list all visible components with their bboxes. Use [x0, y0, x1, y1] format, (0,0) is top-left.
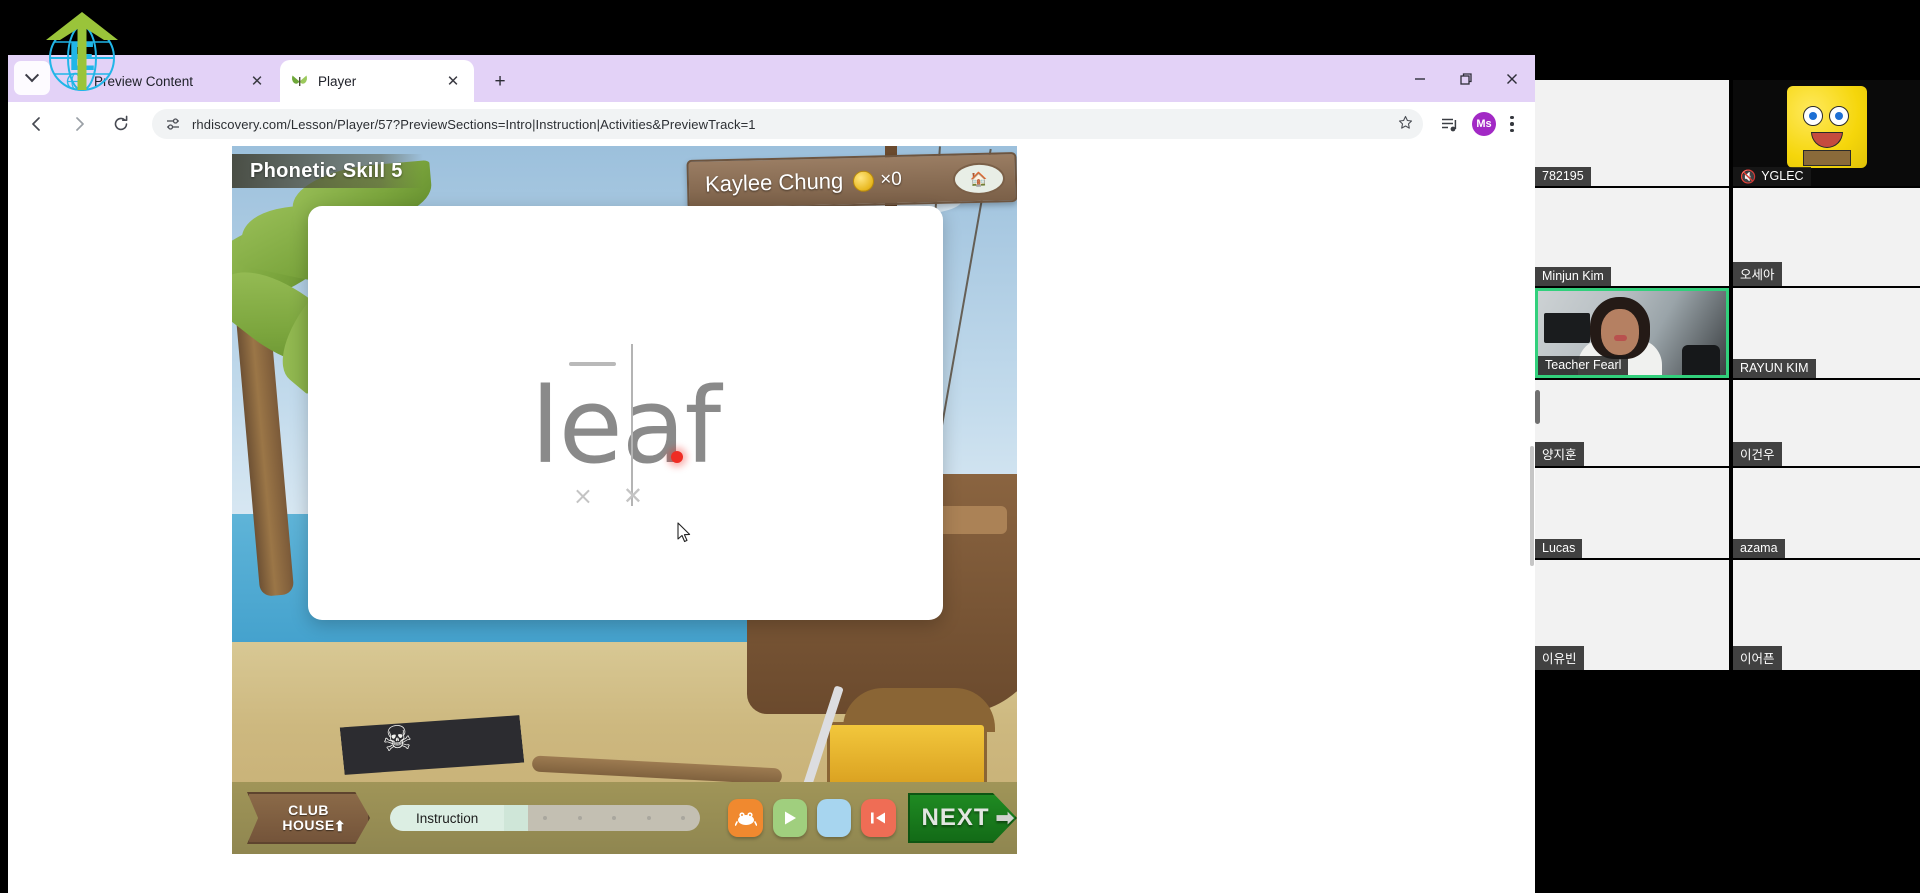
progress-dots [528, 816, 700, 820]
back-button[interactable] [21, 108, 53, 140]
maximize-button[interactable] [1443, 55, 1489, 102]
word-card[interactable]: leaf × ✕ [308, 206, 943, 620]
video-tile[interactable]: 이건우 [1733, 380, 1920, 466]
window-controls [1397, 55, 1535, 102]
clubhouse-line-2: HOUSE [282, 817, 335, 833]
frog-icon [734, 812, 757, 826]
address-bar[interactable]: rhdiscovery.com/Lesson/Player/57?Preview… [152, 109, 1423, 139]
page-viewport: ☠ Phonetic Skill 5 Kaylee Chung ×0 🏠 lea… [8, 146, 1535, 893]
lesson-progress-bar[interactable]: Instruction [390, 805, 701, 831]
participant-name: 양지훈 [1535, 442, 1584, 466]
progress-section-label: Instruction [390, 805, 505, 831]
organization-logo: E [34, 4, 130, 100]
video-tile[interactable]: 782195 [1535, 80, 1729, 186]
lesson-player-canvas: ☠ Phonetic Skill 5 Kaylee Chung ×0 🏠 lea… [232, 146, 1017, 854]
face-shape [1601, 309, 1639, 355]
close-icon[interactable]: ✕ [442, 70, 464, 92]
url-text: rhdiscovery.com/Lesson/Player/57?Preview… [192, 116, 756, 132]
browser-toolbar: rhdiscovery.com/Lesson/Player/57?Preview… [8, 102, 1535, 146]
close-window-button[interactable] [1489, 55, 1535, 102]
participant-name: 이건우 [1733, 442, 1782, 466]
frog-button[interactable] [728, 799, 763, 837]
participant-name: 이유빈 [1535, 646, 1584, 670]
screen-root: Preview Content ✕ Player ✕ + rhdiscovery… [0, 0, 1920, 893]
participant-name: Teacher Fearl [1538, 356, 1629, 375]
participant-name-row: 🔇 YGLEC [1733, 167, 1811, 186]
video-tile[interactable]: 양지훈 [1535, 380, 1729, 466]
participant-name: Lucas [1535, 539, 1583, 558]
minimize-button[interactable] [1397, 55, 1443, 102]
player-name: Kaylee Chung [704, 168, 844, 197]
play-icon [784, 811, 796, 825]
participant-name: azama [1733, 539, 1785, 558]
participant-name: RAYUN KIM [1733, 359, 1816, 378]
video-tile[interactable]: Lucas [1535, 468, 1729, 558]
play-button[interactable] [772, 799, 807, 837]
video-tile-active-speaker[interactable]: Teacher Fearl [1535, 288, 1729, 378]
x-mark: × [572, 482, 593, 510]
kebab-menu-icon[interactable] [1501, 109, 1523, 139]
macron-mark [568, 362, 616, 366]
video-tile[interactable]: 이유빈 [1535, 560, 1729, 670]
next-label: NEXT [921, 804, 990, 831]
word-wrapper: leaf × ✕ [308, 344, 943, 543]
right-arrow-icon: ➡ [995, 805, 1015, 830]
blank-button[interactable] [816, 799, 852, 837]
tune-icon[interactable] [162, 113, 184, 135]
participant-name: 오세아 [1733, 262, 1782, 286]
star-icon[interactable] [1398, 115, 1413, 134]
skill-banner: Phonetic Skill 5 [232, 154, 423, 188]
eye-shape [1828, 105, 1849, 126]
skill-banner-label: Phonetic Skill 5 [250, 159, 403, 182]
participant-name: Minjun Kim [1535, 267, 1611, 286]
rewind-button[interactable] [861, 799, 896, 837]
new-tab-button[interactable]: + [486, 67, 514, 95]
word-display[interactable]: leaf × ✕ [531, 344, 721, 543]
browser-tab-player[interactable]: Player ✕ [280, 60, 474, 102]
clubhouse-button[interactable]: CLUB HOUSE ⬆ [247, 792, 371, 844]
up-arrow-icon: ⬆ [333, 818, 347, 834]
mouth-shape [1810, 131, 1843, 148]
participant-name: 782195 [1535, 167, 1591, 186]
next-button[interactable]: NEXT ➡ [907, 793, 1017, 843]
coin-count: ×0 [879, 168, 903, 191]
participant-name: 이어픈 [1733, 646, 1782, 670]
panel-resize-handle[interactable] [1535, 390, 1540, 424]
toolbar-right-actions: Ms [1431, 109, 1527, 139]
progress-segment-filled [504, 805, 529, 831]
participant-name: YGLEC [1761, 169, 1804, 183]
forward-button[interactable] [63, 108, 95, 140]
reload-button[interactable] [105, 108, 137, 140]
video-tile[interactable]: azama [1733, 468, 1920, 558]
player-name-plank: Kaylee Chung ×0 🏠 [686, 151, 1017, 211]
mouse-cursor [677, 456, 692, 543]
close-icon[interactable]: ✕ [246, 70, 268, 92]
skull-icon: ☠ [380, 718, 415, 760]
tab-title: Player [318, 73, 357, 89]
pants-shape [1802, 149, 1851, 166]
video-tile[interactable]: 오세아 [1733, 188, 1920, 286]
skip-back-icon [871, 812, 886, 824]
clubhouse-line-1: CLUB [288, 802, 329, 818]
lips-shape [1614, 335, 1627, 341]
browser-window: Preview Content ✕ Player ✕ + rhdiscovery… [8, 55, 1535, 893]
video-tile[interactable]: Minjun Kim [1535, 188, 1729, 286]
video-participant-grid: 782195 🔇 YGLEC Minjun Kim 오세아 Teacher Fe… [1535, 0, 1920, 893]
video-tile[interactable]: 🔇 YGLEC [1733, 80, 1920, 186]
x-mark: ✕ [622, 482, 643, 510]
eye-shape [1802, 105, 1823, 126]
browser-tabstrip: Preview Content ✕ Player ✕ + [8, 55, 1535, 102]
butterfly-icon [290, 72, 309, 91]
spongebob-avatar [1786, 85, 1867, 168]
mic-muted-icon: 🔇 [1740, 168, 1757, 184]
video-tile[interactable]: 이어픈 [1733, 560, 1920, 670]
gold-coin-icon [852, 169, 875, 192]
lesson-bottom-bar: CLUB HOUSE ⬆ Instruction NEXT ➡ [232, 782, 1017, 854]
playlist-music-icon[interactable] [1434, 109, 1464, 139]
profile-avatar[interactable]: Ms [1472, 112, 1496, 136]
tv-shape [1544, 313, 1590, 343]
chair-shape [1682, 345, 1720, 375]
house-badge-icon[interactable]: 🏠 [952, 162, 1006, 196]
video-tile[interactable]: RAYUN KIM [1733, 288, 1920, 378]
